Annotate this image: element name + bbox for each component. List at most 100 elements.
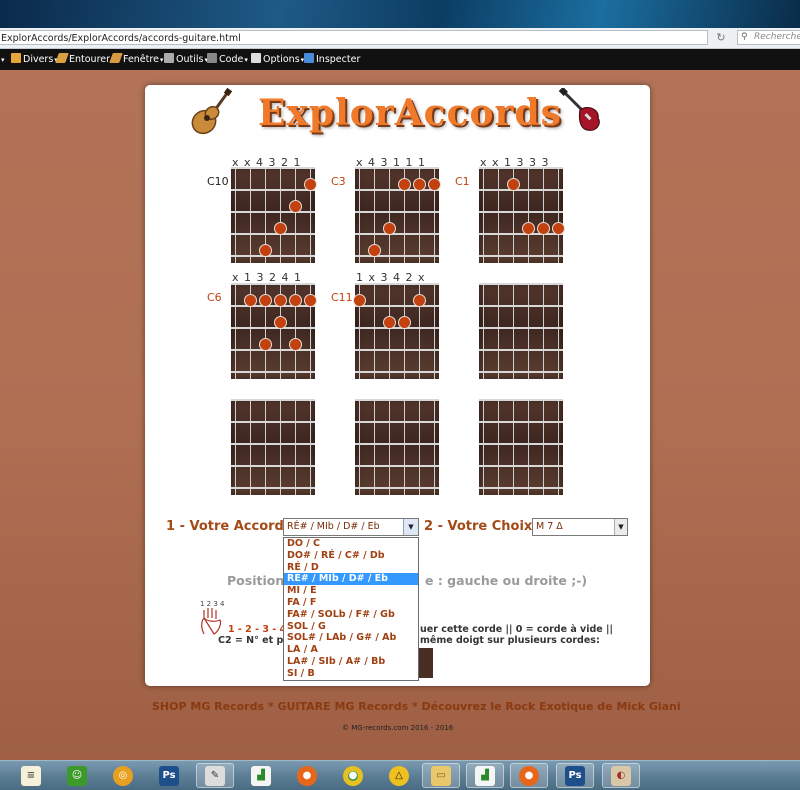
frog-icon[interactable]: ☺ [58, 763, 96, 788]
pencil-icon [109, 53, 123, 63]
guitar-fret [479, 421, 563, 423]
guitar-fret [355, 211, 439, 213]
guitar-fret [479, 283, 563, 285]
dropdown-option[interactable]: LA / A [284, 644, 418, 656]
menu-entourer[interactable]: Entourer▾ [55, 52, 115, 67]
chord-fingering-2: x 4 3 1 1 1 [356, 156, 425, 169]
guitar-fret [479, 255, 563, 257]
footer-links[interactable]: SHOP MG Records * GUITARE MG Records * D… [152, 700, 681, 713]
guitar-fret [231, 255, 315, 257]
guitar-string [359, 167, 360, 263]
chord-name-4: C6 [207, 291, 222, 304]
guitar-string [483, 399, 484, 495]
menu-outils[interactable]: Outils▾ [164, 52, 208, 67]
photoshop-icon[interactable]: Ps [556, 763, 594, 788]
taskbar: ≡ ☺ ◎ Ps ✎ ▟ ● ● △ ▭ ▟ ● Ps ◐ [0, 760, 800, 790]
finger-dot [413, 178, 426, 191]
guitar-fret [355, 349, 439, 351]
cyclone-icon[interactable]: ◎ [104, 763, 142, 788]
help-position: C2 = N° et po [218, 635, 290, 646]
guitar-string [419, 399, 420, 495]
guitar-fret [479, 189, 563, 191]
paint-tools-icon[interactable]: ✎ [196, 763, 234, 788]
choix-select[interactable]: M 7 Δ ▼ [532, 518, 628, 536]
finger-dot [289, 294, 302, 307]
guitar-string [483, 283, 484, 379]
tools-icon [164, 53, 174, 63]
chord-fretboard [355, 167, 441, 263]
photoshop-icon[interactable]: Ps [150, 763, 188, 788]
palette-icon[interactable]: ◐ [602, 763, 640, 788]
chord-fingering-5: 1 x 3 4 2 x [356, 271, 425, 284]
menu-divers[interactable]: Divers▾ [11, 52, 58, 67]
finger-dot [274, 316, 287, 329]
finger-dot [507, 178, 520, 191]
chrome-icon[interactable]: ● [334, 763, 372, 788]
help-line-1: uer cette corde || 0 = corde à vide || [420, 624, 613, 635]
menu-options[interactable]: Options▾ [251, 52, 304, 67]
svg-text:1 2 3 4: 1 2 3 4 [200, 600, 225, 608]
guitar-fret [231, 349, 315, 351]
notepad-icon[interactable]: ≡ [12, 763, 50, 788]
dropdown-option[interactable]: MI / E [284, 585, 418, 597]
devbar-dropdown-arrow[interactable]: ▾ [0, 52, 5, 67]
chevron-down-icon[interactable]: ▼ [403, 519, 418, 535]
guitar-fret [231, 211, 315, 213]
guitar-fret [479, 487, 563, 489]
guitar-string [558, 283, 559, 379]
finger-dot [398, 316, 411, 329]
menu-code[interactable]: Code▾ [207, 52, 248, 67]
chord-fretboard [231, 399, 315, 495]
guitar-string [374, 399, 375, 495]
accord-select[interactable]: RÉ# / MIb / D# / Eb ▼ [283, 518, 419, 536]
guitar-fret [479, 465, 563, 467]
folder-icon[interactable]: ▭ [422, 763, 460, 788]
dropdown-option-selected[interactable]: RÉ# / MIb / D# / Eb [284, 573, 418, 586]
chord-fretboard [231, 283, 317, 379]
dropdown-option[interactable]: SI / B [284, 668, 418, 680]
menu-fenetre[interactable]: Fenêtre▾ [109, 52, 163, 67]
firefox-icon[interactable]: ● [510, 763, 548, 788]
firefox-icon[interactable]: ● [288, 763, 326, 788]
chevron-down-icon[interactable]: ▼ [614, 519, 627, 535]
position-hint: e : gauche ou droite ;-) [425, 573, 588, 588]
guitar-fret [355, 465, 439, 467]
dropdown-option[interactable]: DO / C [284, 538, 418, 550]
position-label: Position [227, 573, 285, 588]
dropdown-option[interactable]: RÉ / D [284, 562, 418, 574]
chord-name-3: C1 [455, 175, 470, 188]
accord-dropdown-list[interactable]: DO / C DO# / RÉ / C# / Db RÉ / D RÉ# / M… [283, 537, 419, 681]
guitar-fret [355, 399, 439, 401]
guitar-fret [231, 399, 315, 401]
accord-label: 1 - Votre Accord [166, 519, 284, 534]
dropdown-option[interactable]: FA# / SOLb / F# / Gb [284, 609, 418, 621]
guitar-string [528, 283, 529, 379]
guitar-string [389, 283, 390, 379]
reload-icon[interactable]: ↻ [712, 31, 730, 45]
guitar-string [543, 283, 544, 379]
chart-editor-icon[interactable]: ▟ [242, 763, 280, 788]
warning-app-icon[interactable]: △ [380, 763, 418, 788]
search-icon: ⚲ [741, 32, 748, 42]
dropdown-option[interactable]: SOL# / LAb / G# / Ab [284, 632, 418, 644]
url-field[interactable]: ExplorAccords/ExplorAccords/accords-guit… [0, 30, 708, 45]
guitar-fret [231, 305, 315, 307]
guitar-fret [231, 189, 315, 191]
dropdown-option[interactable]: LA# / SIb / A# / Bb [284, 656, 418, 668]
dropdown-option[interactable]: SOL / G [284, 621, 418, 633]
dropdown-option[interactable]: FA / F [284, 597, 418, 609]
guitar-fret [231, 487, 315, 489]
finger-dot [522, 222, 535, 235]
guitar-string [543, 399, 544, 495]
guitar-string [280, 167, 281, 263]
guitar-fret [231, 327, 315, 329]
menu-inspecter[interactable]: Inspecter [304, 52, 360, 67]
finger-dot [274, 294, 287, 307]
guitar-string [498, 167, 499, 263]
pencil-icon [55, 53, 69, 63]
editor-icon[interactable]: ▟ [466, 763, 504, 788]
guitar-fret [355, 487, 439, 489]
finger-dot [274, 222, 287, 235]
dropdown-option[interactable]: DO# / RÉ / C# / Db [284, 550, 418, 562]
guitar-string [528, 399, 529, 495]
